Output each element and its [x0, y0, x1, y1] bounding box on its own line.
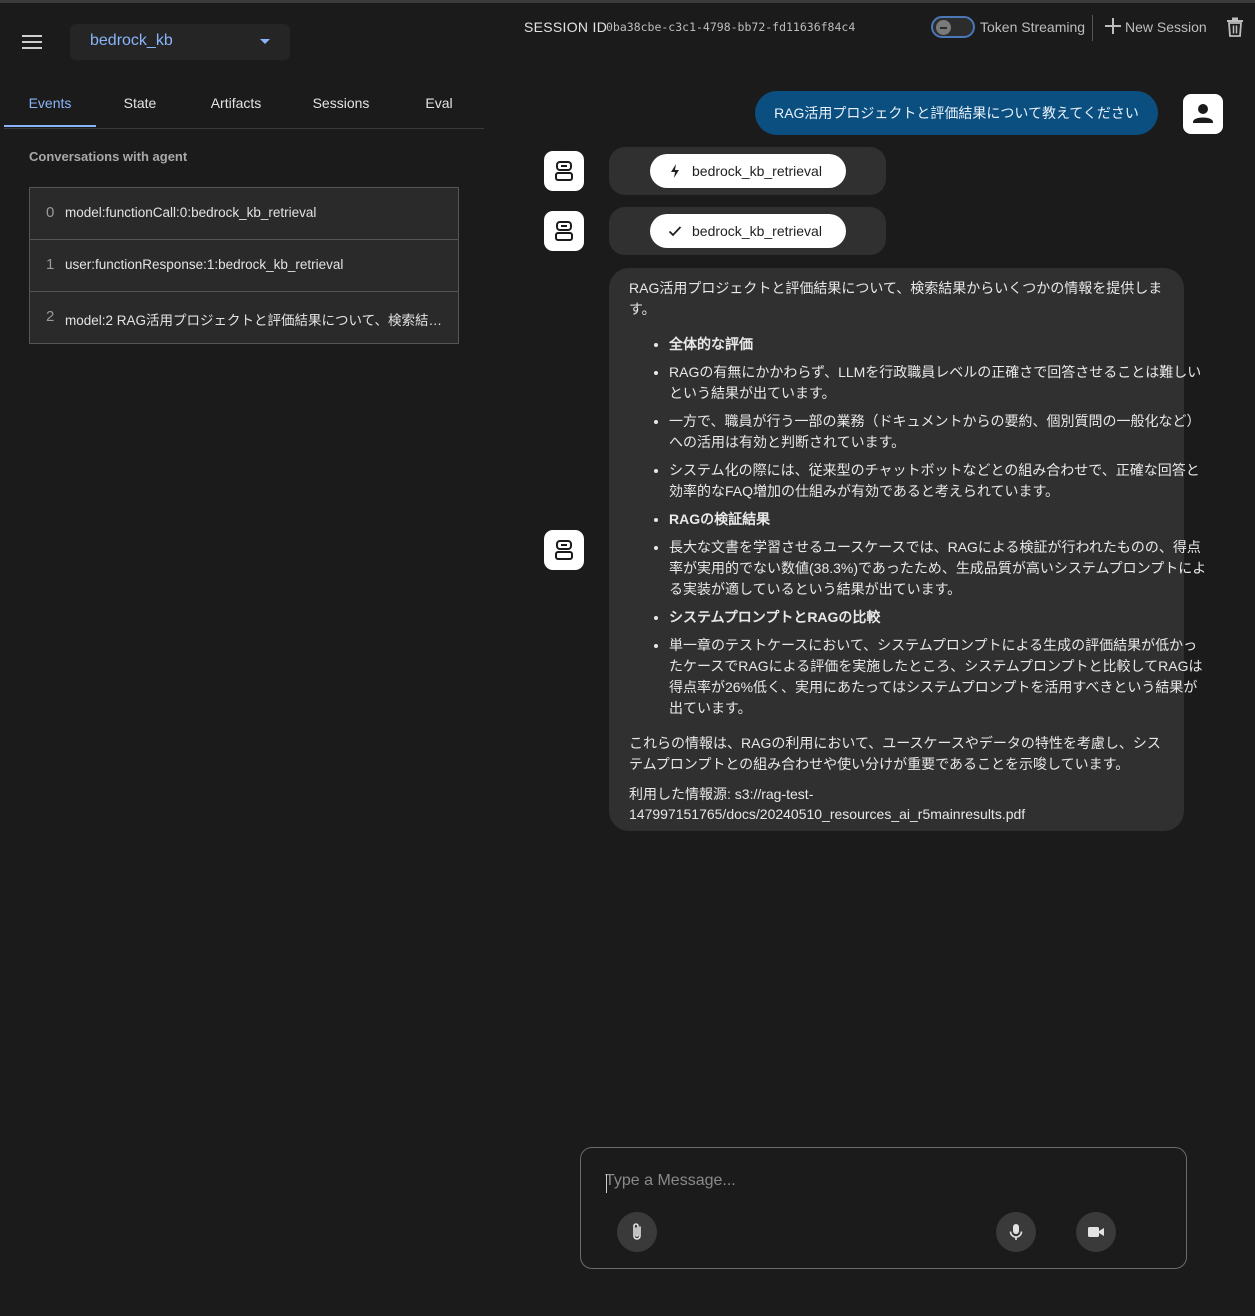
function-call-chip[interactable]: bedrock_kb_retrieval	[650, 154, 846, 188]
attach-button[interactable]	[617, 1212, 657, 1252]
list-item: 一方で、職員が行う一部の業務（ドキュメントからの要約、個別質問の一般化など）への…	[669, 411, 1207, 453]
tab-state[interactable]: State	[96, 83, 184, 127]
event-text: model:2 RAG活用プロジェクトと評価結果について、検索結果からいくつかの…	[65, 313, 450, 328]
paperclip-icon	[633, 1223, 641, 1240]
bot-message: RAG活用プロジェクトと評価結果について、検索結果からいくつかの情報を提供します…	[609, 268, 1206, 831]
event-index: 0	[46, 204, 55, 221]
bolt-icon	[671, 164, 679, 178]
list-item: システム化の際には、従来型のチャットボットなどとの組み合わせで、正確な回答と効率…	[669, 460, 1207, 502]
message-input[interactable]: Type a Message...	[605, 1172, 1145, 1196]
function-call-card: bedrock_kb_retrieval	[609, 147, 886, 195]
app-selector[interactable]: bedrock_kb	[70, 24, 290, 60]
user-message: RAG活用プロジェクトと評価結果について教えてください	[755, 91, 1158, 135]
function-response-label: bedrock_kb_retrieval	[692, 223, 822, 239]
microphone-button[interactable]	[996, 1212, 1036, 1252]
source-line: 利用した情報源: s3://rag-test-	[629, 786, 814, 802]
menu-icon[interactable]	[22, 35, 42, 51]
user-avatar-icon	[1183, 94, 1223, 134]
message-composer: Type a Message...	[580, 1147, 1187, 1269]
app-selector-value: bedrock_kb	[90, 32, 173, 49]
token-streaming-toggle[interactable]	[931, 16, 975, 38]
session-id-value: 0ba38cbe-c3c1-4798-bb72-fd11636f84c4	[606, 20, 856, 34]
bot-message-source: 利用した情報源: s3://rag-test- 147997151765/doc…	[629, 784, 1169, 824]
microphone-icon	[1009, 1224, 1023, 1240]
list-item-heading: システムプロンプトとRAGの比較	[669, 607, 1207, 628]
event-row[interactable]: 0 model:functionCall:0:bedrock_kb_retrie…	[29, 187, 459, 239]
list-item: RAGの有無にかかわらず、LLMを行政職員レベルの正確さで回答させることは難しい…	[669, 362, 1207, 404]
list-item: 単一章のテストケースにおいて、システムプロンプトによる生成の評価結果が低かったケ…	[669, 635, 1207, 719]
event-row[interactable]: 2 model:2 RAG活用プロジェクトと評価結果について、検索結果からいくつ…	[29, 291, 459, 344]
event-text: model:functionCall:0:bedrock_kb_retrieva…	[65, 205, 317, 220]
tab-events[interactable]: Events	[4, 83, 96, 127]
token-streaming-label: Token Streaming	[980, 19, 1086, 35]
sidebar: bedrock_kb Events State Artifacts Sessio…	[0, 3, 504, 1316]
event-index: 2	[46, 308, 55, 325]
function-response-card: bedrock_kb_retrieval	[609, 207, 886, 255]
tab-artifacts[interactable]: Artifacts	[190, 83, 282, 127]
new-session-label: New Session	[1125, 19, 1207, 35]
bot-message-intro: RAG活用プロジェクトと評価結果について、検索結果からいくつかの情報を提供します…	[629, 280, 1163, 317]
bot-avatar-icon	[544, 211, 584, 251]
source-line: 147997151765/docs/20240510_resources_ai_…	[629, 806, 1026, 822]
videocam-icon	[1088, 1227, 1104, 1237]
function-call-label: bedrock_kb_retrieval	[692, 163, 822, 179]
bot-message-outro: これらの情報は、RAGの利用において、ユースケースやデータの特性を考慮し、システ…	[629, 735, 1161, 772]
list-item-heading: 全体的な評価	[669, 334, 1207, 355]
session-id-label: SESSION ID	[524, 19, 608, 35]
event-list: 0 model:functionCall:0:bedrock_kb_retrie…	[29, 187, 459, 344]
tab-eval[interactable]: Eval	[404, 83, 474, 127]
bot-message-list: 全体的な評価 RAGの有無にかかわらず、LLMを行政職員レベルの正確さで回答させ…	[629, 334, 1207, 726]
chat-panel: SESSION ID 0ba38cbe-c3c1-4798-bb72-fd116…	[504, 3, 1255, 1316]
delete-session-icon[interactable]	[1226, 17, 1244, 37]
sidebar-tabs: Events State Artifacts Sessions Eval	[4, 83, 484, 129]
header-divider	[1092, 15, 1093, 41]
bot-avatar-icon	[544, 151, 584, 191]
toggle-knob	[936, 20, 951, 35]
text-cursor	[606, 1174, 607, 1193]
bot-avatar-icon	[544, 530, 584, 570]
dropdown-caret-icon	[260, 39, 270, 44]
video-button[interactable]	[1076, 1212, 1116, 1252]
event-row[interactable]: 1 user:functionResponse:1:bedrock_kb_ret…	[29, 239, 459, 291]
function-response-chip[interactable]: bedrock_kb_retrieval	[650, 214, 846, 248]
check-icon	[668, 226, 682, 237]
event-text: user:functionResponse:1:bedrock_kb_retri…	[65, 257, 344, 272]
list-item-heading: RAGの検証結果	[669, 509, 1207, 530]
tab-sessions[interactable]: Sessions	[294, 83, 388, 127]
event-index: 1	[46, 256, 55, 273]
conversations-title: Conversations with agent	[29, 149, 188, 164]
list-item: 長大な文書を学習させるユースケースでは、RAGによる検証が行われたものの、得点率…	[669, 537, 1207, 600]
plus-icon	[1104, 17, 1122, 35]
